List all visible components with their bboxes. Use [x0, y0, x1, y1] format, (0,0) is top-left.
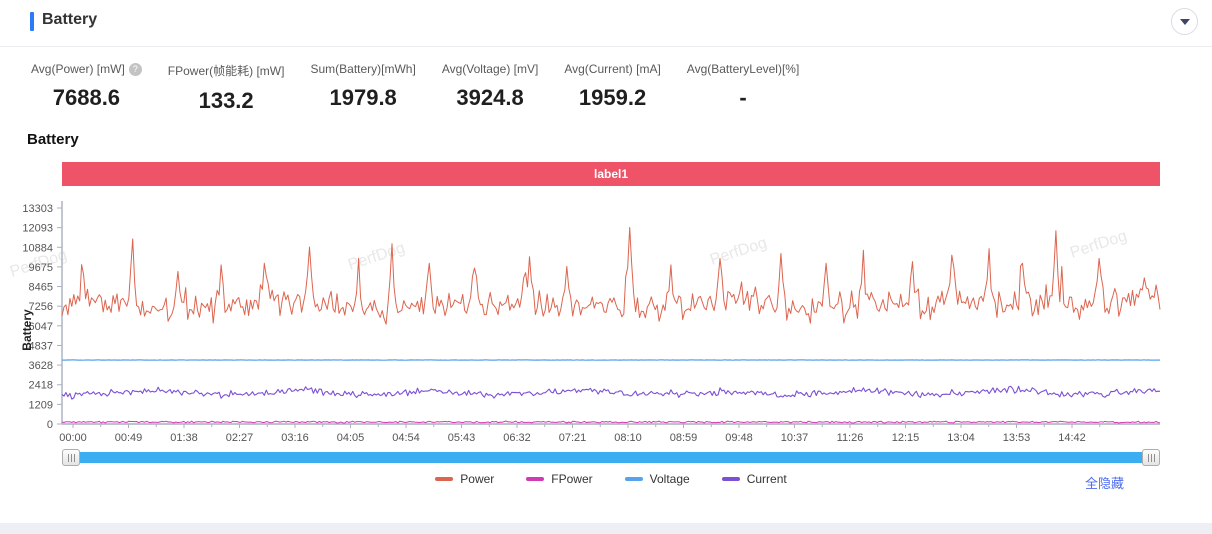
svg-text:Battery: Battery: [20, 309, 34, 351]
stat-value: 1959.2: [564, 85, 660, 111]
svg-text:8465: 8465: [29, 282, 53, 294]
svg-text:10884: 10884: [22, 242, 53, 254]
legend-item-current[interactable]: Current: [722, 472, 787, 486]
svg-text:03:16: 03:16: [281, 432, 309, 444]
power-legend-dash: [435, 477, 453, 481]
stat-value: 3924.8: [442, 85, 539, 111]
legend-label: Current: [747, 472, 787, 486]
svg-text:12093: 12093: [22, 223, 53, 235]
accent-bar: [30, 12, 34, 31]
svg-text:05:43: 05:43: [448, 432, 476, 444]
stat-value: 7688.6: [31, 85, 142, 111]
svg-text:13:04: 13:04: [947, 432, 975, 444]
current-legend-dash: [722, 477, 740, 481]
stat-label: FPower(帧能耗) [mW]: [168, 62, 285, 79]
svg-text:08:10: 08:10: [614, 432, 642, 444]
panel-header: Battery: [0, 0, 1212, 47]
svg-text:1209: 1209: [29, 399, 53, 411]
svg-text:07:21: 07:21: [559, 432, 587, 444]
svg-text:06:32: 06:32: [503, 432, 531, 444]
svg-text:PerfDog: PerfDog: [1068, 227, 1129, 261]
stat-label: Avg(BatteryLevel)[%]: [687, 62, 800, 76]
fpower-legend-dash: [526, 477, 544, 481]
page-background-strip: [0, 523, 1212, 534]
voltage-legend-dash: [625, 477, 643, 481]
panel-title: Battery: [42, 11, 97, 29]
svg-text:01:38: 01:38: [170, 432, 198, 444]
scrollbar-track[interactable]: [62, 452, 1160, 463]
help-icon[interactable]: ?: [129, 63, 142, 76]
stat-sum-battery: Sum(Battery)[mWh] 1979.8: [310, 62, 415, 114]
chart-label-bar: label1: [62, 162, 1160, 186]
stat-label: Avg(Current) [mA]: [564, 62, 660, 76]
legend-item-voltage[interactable]: Voltage: [625, 472, 690, 486]
svg-text:9675: 9675: [29, 262, 53, 274]
svg-text:08:59: 08:59: [670, 432, 698, 444]
stat-avg-current: Avg(Current) [mA] 1959.2: [564, 62, 660, 114]
hide-all-link[interactable]: 全隐藏: [1085, 473, 1124, 492]
stat-label: Avg(Power) [mW] ?: [31, 62, 142, 76]
legend-label: FPower: [551, 472, 592, 486]
svg-text:2418: 2418: [29, 380, 53, 392]
svg-text:11:26: 11:26: [837, 432, 864, 444]
chart-scrollbar[interactable]: [0, 449, 1212, 467]
scrollbar-left-handle[interactable]: [62, 449, 80, 466]
svg-text:04:05: 04:05: [337, 432, 365, 444]
legend-item-fpower[interactable]: FPower: [526, 472, 592, 486]
stat-avg-power: Avg(Power) [mW] ? 7688.6: [31, 62, 142, 114]
legend-label: Power: [460, 472, 494, 486]
svg-text:09:48: 09:48: [725, 432, 753, 444]
stat-avg-battery-level: Avg(BatteryLevel)[%] -: [687, 62, 800, 114]
stat-label-text: Avg(Power) [mW]: [31, 62, 125, 76]
svg-text:14:42: 14:42: [1058, 432, 1086, 444]
svg-text:0: 0: [47, 419, 53, 431]
svg-text:13303: 13303: [22, 203, 53, 215]
svg-text:02:27: 02:27: [226, 432, 254, 444]
stat-value: 1979.8: [310, 85, 415, 111]
stat-avg-voltage: Avg(Voltage) [mV] 3924.8: [442, 62, 539, 114]
legend-row: Power FPower Voltage Current 全隐藏: [0, 472, 1212, 492]
chart-legend: Power FPower Voltage Current: [62, 472, 1160, 486]
svg-text:PerfDog: PerfDog: [708, 234, 769, 268]
stat-value: 133.2: [168, 88, 285, 114]
collapse-button[interactable]: [1171, 8, 1198, 35]
svg-text:3628: 3628: [29, 360, 53, 372]
svg-text:PerfDog: PerfDog: [346, 239, 407, 273]
stats-row: Avg(Power) [mW] ? 7688.6 FPower(帧能耗) [mW…: [0, 47, 1212, 114]
battery-panel: Battery Avg(Power) [mW] ? 7688.6 FPower(…: [0, 0, 1212, 534]
svg-text:10:37: 10:37: [781, 432, 809, 444]
line-chart[interactable]: PerfDogPerfDogPerfDogPerfDog133031209310…: [0, 195, 1212, 445]
stat-label: Avg(Voltage) [mV]: [442, 62, 539, 76]
svg-text:13:53: 13:53: [1003, 432, 1031, 444]
svg-text:04:54: 04:54: [392, 432, 420, 444]
stat-fpower: FPower(帧能耗) [mW] 133.2: [168, 62, 285, 114]
svg-text:12:15: 12:15: [892, 432, 920, 444]
section-title: Battery: [27, 131, 79, 148]
chevron-down-icon: [1180, 19, 1190, 25]
legend-item-power[interactable]: Power: [435, 472, 494, 486]
legend-label: Voltage: [650, 472, 690, 486]
scrollbar-right-handle[interactable]: [1142, 449, 1160, 466]
stat-value: -: [687, 85, 800, 111]
stat-label: Sum(Battery)[mWh]: [310, 62, 415, 76]
svg-text:00:00: 00:00: [59, 432, 87, 444]
svg-text:00:49: 00:49: [115, 432, 143, 444]
